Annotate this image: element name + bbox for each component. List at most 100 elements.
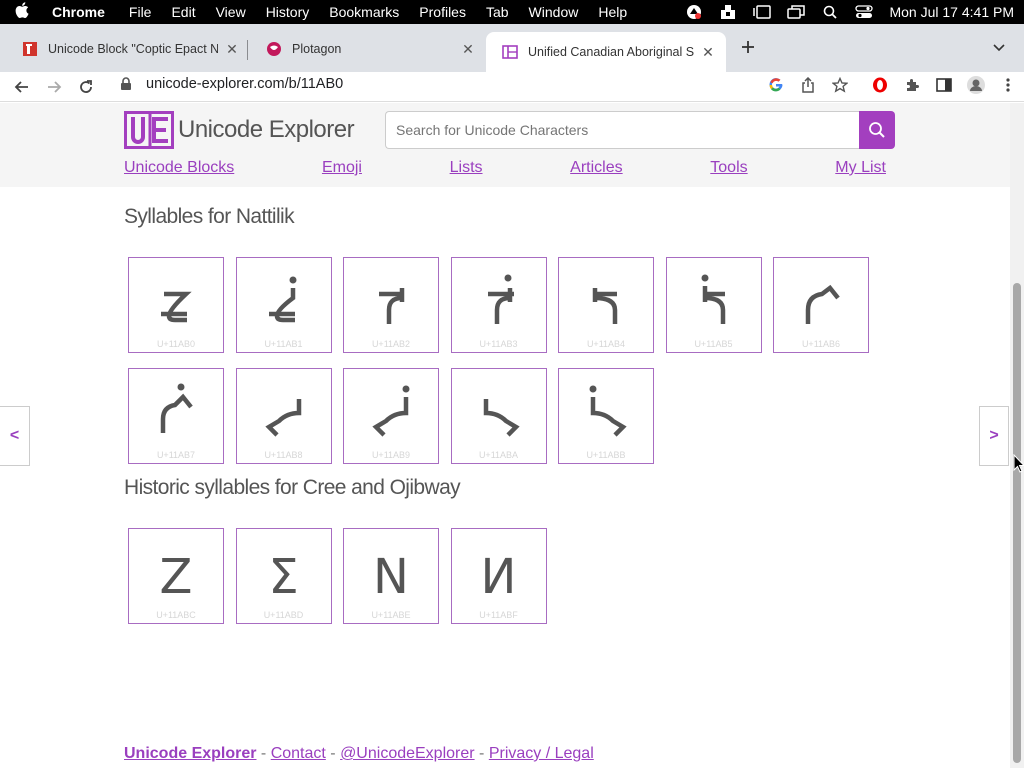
footer-separator: - <box>474 745 489 762</box>
char-cell[interactable]: N U+11ABE <box>343 528 439 624</box>
next-block-button[interactable]: > <box>979 406 1009 466</box>
page-scrollbar[interactable] <box>1010 103 1024 768</box>
control-center-icon[interactable] <box>853 4 875 20</box>
menu-file[interactable]: File <box>119 4 162 20</box>
char-cell[interactable]: U+11AB6 <box>773 257 869 353</box>
site-logo[interactable]: Unicode Explorer <box>124 111 355 149</box>
footer-privacy-link[interactable]: Privacy / Legal <box>489 745 594 762</box>
share-icon[interactable] <box>792 73 824 97</box>
char-glyph: Σ <box>268 549 299 605</box>
menubar-clock[interactable]: Mon Jul 17 4:41 PM <box>889 4 1014 20</box>
macos-menu-bar: Chrome File Edit View History Bookmarks … <box>0 0 1024 24</box>
tab-unified-canadian-aboriginal[interactable]: Unified Canadian Aboriginal Sy ✕ <box>486 32 726 72</box>
char-code: U+11AB0 <box>156 339 196 349</box>
bookmark-star-icon[interactable] <box>824 73 856 97</box>
char-cell[interactable]: Σ U+11ABD <box>235 528 332 624</box>
menu-edit[interactable]: Edit <box>161 4 205 20</box>
character-grid-nattilik: U+11AB0 U+11AB1 U+11AB2 U+11AB3 U+11AB4 … <box>128 257 888 479</box>
char-cell[interactable]: U+11ABA <box>450 368 547 464</box>
screens-icon[interactable] <box>785 4 807 20</box>
menu-chrome[interactable]: Chrome <box>44 4 119 20</box>
site-nav: Unicode Blocks Emoji Lists Articles Tool… <box>124 159 886 177</box>
prev-block-button[interactable]: < <box>0 406 30 466</box>
nav-lists[interactable]: Lists <box>450 159 483 177</box>
unicode-explorer-logo-icon <box>124 111 174 149</box>
apple-menu-icon[interactable] <box>0 1 44 23</box>
chrome-menu-icon[interactable] <box>992 73 1024 97</box>
footer-contact-link[interactable]: Contact <box>271 745 326 762</box>
nav-tools[interactable]: Tools <box>710 159 747 177</box>
char-cell[interactable]: U+11AB2 <box>343 257 439 353</box>
tab-search-chevron-icon[interactable] <box>992 40 1008 56</box>
char-cell[interactable]: U+11AB1 <box>235 257 332 353</box>
nav-articles[interactable]: Articles <box>570 159 622 177</box>
unicode-explorer-favicon-icon <box>502 44 518 60</box>
char-code: U+11ABD <box>263 610 304 620</box>
extensions-puzzle-icon[interactable] <box>896 73 928 97</box>
new-tab-button[interactable] <box>738 38 758 58</box>
char-code: U+11AB4 <box>586 339 626 349</box>
search-bar <box>385 111 895 149</box>
char-cell[interactable]: И U+11ABF <box>450 528 547 624</box>
tab-coptic-epact[interactable]: Unicode Block "Coptic Epact N ✕ <box>6 32 250 66</box>
footer-separator: - <box>256 745 271 762</box>
mouse-cursor-icon <box>1013 453 1024 479</box>
char-code: U+11ABE <box>371 610 411 620</box>
side-panel-icon[interactable] <box>928 73 960 97</box>
tab-separator <box>247 40 248 60</box>
browser-toolbar: unicode-explorer.com/b/11AB0 <box>0 72 1024 102</box>
footer-brand-link[interactable]: Unicode Explorer <box>124 745 256 762</box>
profile-avatar[interactable] <box>960 73 992 97</box>
tab-close-icon[interactable]: ✕ <box>460 41 476 58</box>
site-header: Unicode Explorer Unicode Blocks Emoji Li… <box>0 103 1010 187</box>
tab-title: Unicode Block "Coptic Epact N <box>48 42 218 56</box>
tab-close-icon[interactable]: ✕ <box>224 41 240 58</box>
menu-help[interactable]: Help <box>588 4 637 20</box>
char-cell[interactable]: U+11AB3 <box>450 257 547 353</box>
char-cell[interactable]: U+11AB8 <box>235 368 332 464</box>
opera-extension-icon[interactable] <box>864 73 896 97</box>
char-cell[interactable]: U+11AB0 <box>128 257 224 353</box>
search-input[interactable] <box>385 111 859 149</box>
scrollbar-thumb[interactable] <box>1013 283 1021 763</box>
back-button[interactable] <box>6 75 38 99</box>
char-code: U+11ABB <box>586 450 626 460</box>
lock-icon[interactable] <box>120 77 134 91</box>
status-app-icon[interactable] <box>683 4 705 20</box>
char-code: U+11AB2 <box>371 339 411 349</box>
window-list-icon[interactable] <box>751 4 773 20</box>
char-cell[interactable]: U+11AB4 <box>558 257 654 353</box>
section-title-nattilik: Syllables for Nattilik <box>124 205 295 228</box>
forward-button[interactable] <box>38 75 70 99</box>
footer-twitter-link[interactable]: @UnicodeExplorer <box>340 745 475 762</box>
tab-plotagon[interactable]: Plotagon ✕ <box>250 32 486 66</box>
menu-tab[interactable]: Tab <box>476 4 519 20</box>
char-cell[interactable]: U+11AB9 <box>343 368 439 464</box>
address-bar[interactable]: unicode-explorer.com/b/11AB0 <box>110 72 750 96</box>
nav-unicode-blocks[interactable]: Unicode Blocks <box>124 159 234 177</box>
nav-my-list[interactable]: My List <box>835 159 886 177</box>
tab-title: Plotagon <box>292 42 342 56</box>
reload-button[interactable] <box>70 75 102 99</box>
char-cell[interactable]: U+11AB5 <box>665 257 762 353</box>
menu-profiles[interactable]: Profiles <box>409 4 476 20</box>
search-button[interactable] <box>859 111 895 149</box>
dropbox-icon[interactable] <box>717 4 739 20</box>
char-cell[interactable]: U+11ABB <box>558 368 654 464</box>
logo-text: Unicode Explorer <box>178 116 355 143</box>
google-lens-icon[interactable] <box>760 73 792 97</box>
menu-bookmarks[interactable]: Bookmarks <box>319 4 409 20</box>
unicode-block-favicon-icon <box>22 41 38 57</box>
char-cell[interactable]: Z U+11ABC <box>128 528 224 624</box>
char-code: U+11ABF <box>479 610 518 620</box>
tab-title: Unified Canadian Aboriginal Sy <box>528 45 694 59</box>
char-code: U+11ABA <box>478 450 519 460</box>
nav-emoji[interactable]: Emoji <box>322 159 362 177</box>
char-glyph: N <box>373 549 409 605</box>
menu-history[interactable]: History <box>256 4 320 20</box>
menu-view[interactable]: View <box>206 4 256 20</box>
char-cell[interactable]: U+11AB7 <box>128 368 224 464</box>
tab-close-icon[interactable]: ✕ <box>700 44 716 61</box>
menu-window[interactable]: Window <box>519 4 589 20</box>
spotlight-search-icon[interactable] <box>819 4 841 20</box>
